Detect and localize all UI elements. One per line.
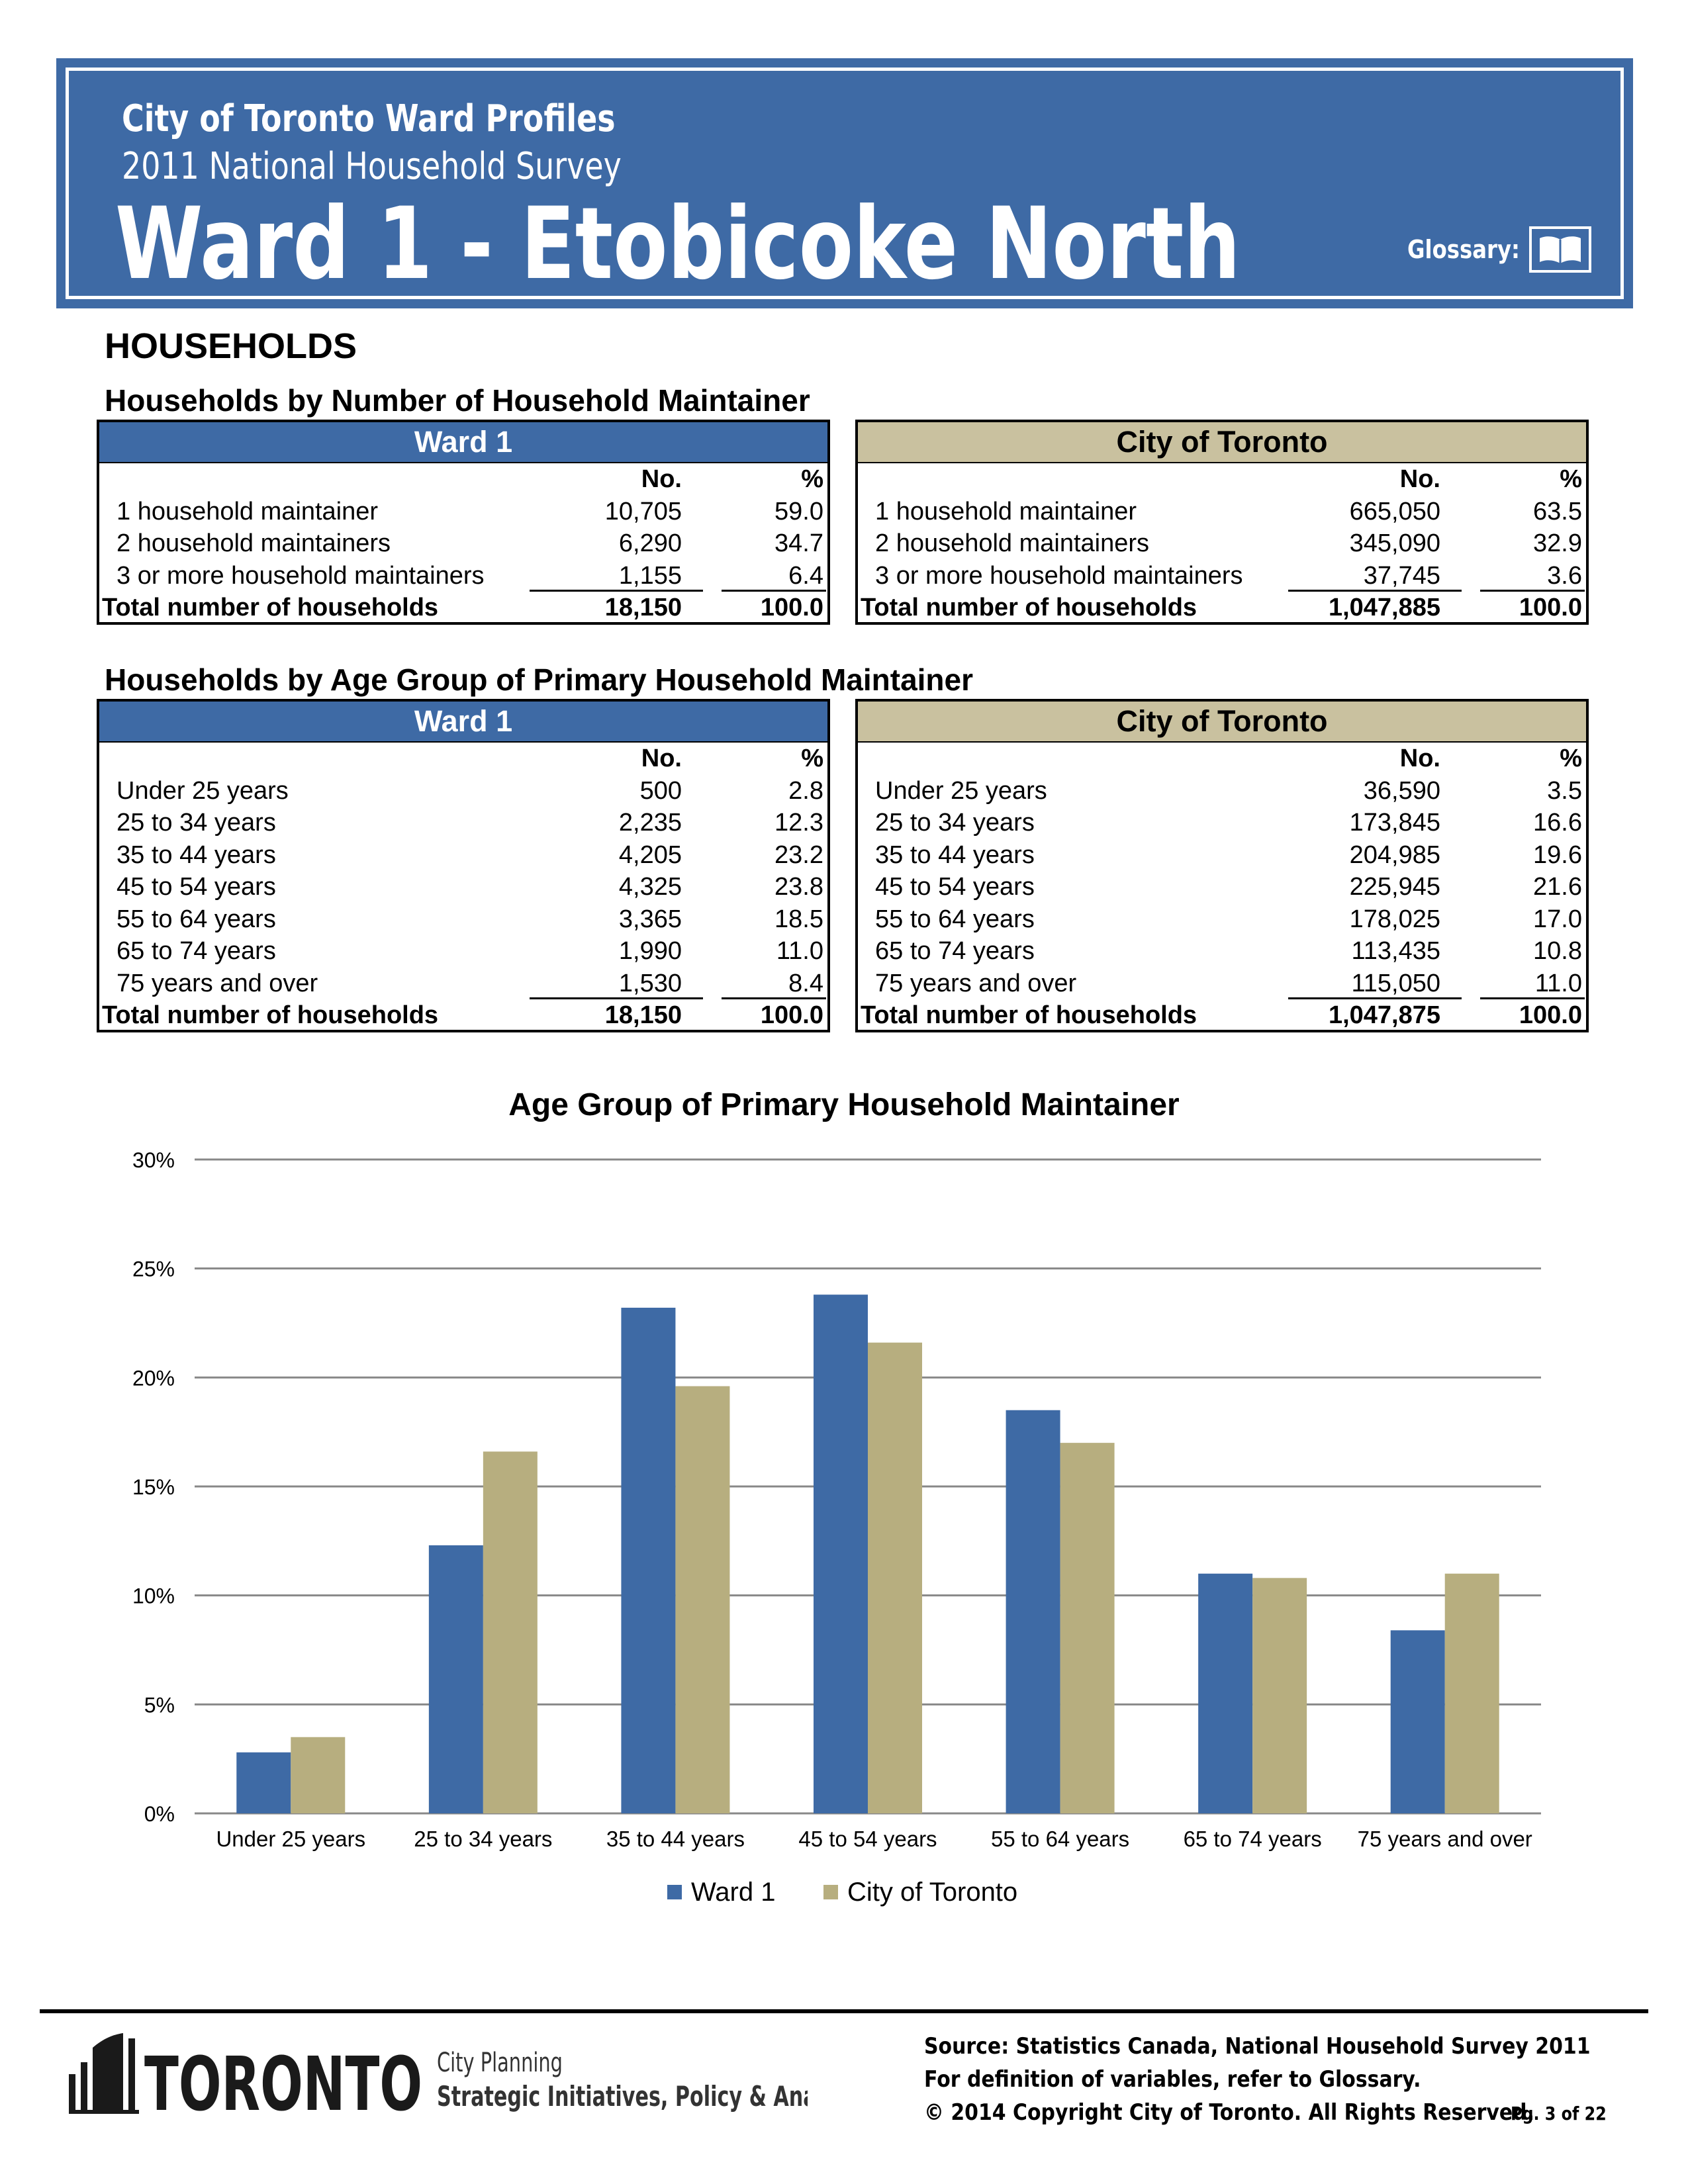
bar-city <box>675 1386 730 1813</box>
bar-city <box>1252 1578 1307 1813</box>
dept-line1: City Planning <box>437 2048 563 2078</box>
y-tick-label: 15% <box>132 1475 175 1499</box>
x-tick-label: 65 to 74 years <box>1184 1827 1322 1851</box>
legend-swatch <box>667 1885 682 1899</box>
footer-divider <box>40 2009 1648 2013</box>
bar-chart: 0% 5% 10% 15% 20% 25% 30% Under 25 years 25 to 3… <box>132 1148 1541 1907</box>
bar-ward1 <box>814 1295 868 1813</box>
x-tick-label: 55 to 64 years <box>991 1827 1129 1851</box>
legend-label: Ward 1 <box>691 1878 775 1907</box>
y-tick-label: 5% <box>144 1693 175 1717</box>
toronto-logo: TORONTO City Planning Strategic Initiati… <box>66 2032 867 2128</box>
x-tick-label: 45 to 54 years <box>798 1827 937 1851</box>
toronto-wordmark: TORONTO <box>144 2042 422 2118</box>
x-tick-label: Under 25 years <box>216 1827 365 1851</box>
city-hall-icon <box>69 2033 139 2114</box>
bar-ward1 <box>428 1545 483 1813</box>
bar-city <box>1444 1573 1499 1813</box>
y-tick-label: 10% <box>132 1584 175 1608</box>
x-tick-label: 75 years and over <box>1358 1827 1532 1851</box>
y-tick-label: 30% <box>132 1148 175 1172</box>
bar-city <box>483 1451 538 1813</box>
glossary-note: For definition of variables, refer to Gl… <box>924 2066 1421 2093</box>
source-line: Source: Statistics Canada, National Hous… <box>924 2033 1591 2060</box>
dept-line2: Strategic Initiatives, Policy & Analysis <box>437 2080 808 2113</box>
bar-ward1 <box>1006 1410 1060 1813</box>
bar-ward1 <box>236 1752 291 1813</box>
bar-city <box>1060 1443 1115 1813</box>
bar-city <box>868 1342 922 1813</box>
x-tick-label: 25 to 34 years <box>414 1827 552 1851</box>
bar-ward1 <box>621 1307 676 1813</box>
page-number: Pg. 3 of 22 <box>1511 2103 1607 2124</box>
bar-ward1 <box>1198 1573 1253 1813</box>
legend-label: City of Toronto <box>847 1878 1017 1907</box>
y-tick-label: 0% <box>144 1802 175 1826</box>
legend-swatch <box>823 1885 838 1899</box>
x-tick-label: 35 to 44 years <box>606 1827 745 1851</box>
y-tick-label: 25% <box>132 1257 175 1281</box>
bar-ward1 <box>1390 1630 1445 1813</box>
y-tick-label: 20% <box>132 1366 175 1390</box>
copyright: © 2014 Copyright City of Toronto. All Ri… <box>924 2099 1534 2126</box>
bar-city <box>291 1737 346 1813</box>
